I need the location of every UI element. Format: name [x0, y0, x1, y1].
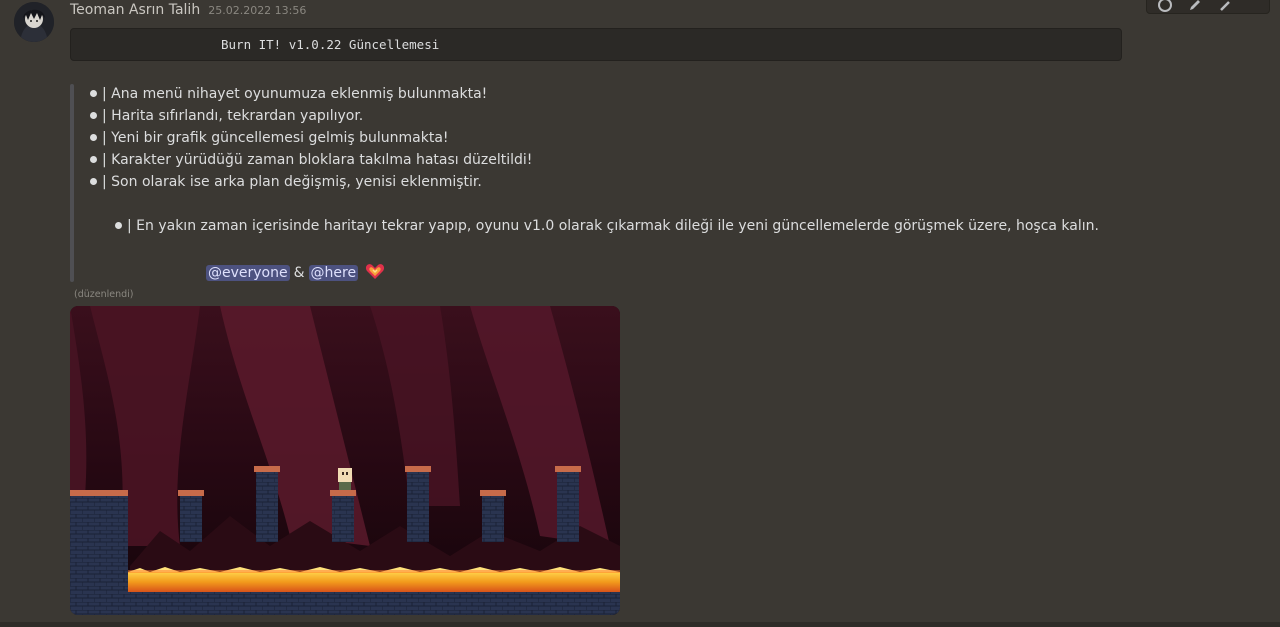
closing-line: | En yakın zaman içerisinde haritayı tek… [115, 218, 1099, 234]
message-toolbar [1146, 0, 1270, 14]
closing-line-text: | En yakın zaman içerisinde haritayı tek… [127, 218, 1099, 234]
game-screenshot-attachment[interactable] [70, 306, 620, 615]
divider [0, 622, 1280, 627]
mention-everyone[interactable]: @everyone [206, 265, 290, 281]
message-header: Teoman Asrın Talih 25.02.2022 13:56 [70, 2, 306, 22]
mentions-line: @everyone & @here [206, 262, 385, 281]
quote-line-text: | Yeni bir grafik güncellemesi gelmiş bu… [102, 130, 449, 146]
quote-line: | Harita sıfırlandı, tekrardan yapılıyor… [90, 108, 363, 124]
ampersand: & [293, 265, 305, 281]
quote-line-text: | Ana menü nihayet oyunumuza eklenmiş bu… [102, 86, 488, 102]
code-block: Burn IT! v1.0.22 Güncellemesi [70, 28, 1122, 61]
bullet-icon [90, 156, 97, 163]
quote-bar [70, 84, 74, 282]
bullet-icon [90, 178, 97, 185]
reaction-icon[interactable] [1157, 0, 1173, 12]
bullet-icon [90, 112, 97, 119]
flaming-heart-icon [365, 262, 385, 280]
bullet-icon [115, 222, 122, 229]
avatar[interactable] [14, 2, 54, 42]
more-icon[interactable] [1217, 0, 1233, 12]
edited-label: (düzenlendi) [74, 289, 134, 300]
quote-line: | Yeni bir grafik güncellemesi gelmiş bu… [90, 130, 449, 146]
username[interactable]: Teoman Asrın Talih [70, 2, 200, 18]
quote-line: | Son olarak ise arka plan değişmiş, yen… [90, 174, 482, 190]
quote-line: | Karakter yürüdüğü zaman bloklara takıl… [90, 152, 532, 168]
quote-line-text: | Karakter yürüdüğü zaman bloklara takıl… [102, 152, 533, 168]
quote-line-text: | Son olarak ise arka plan değişmiş, yen… [102, 174, 482, 190]
timestamp[interactable]: 25.02.2022 13:56 [208, 4, 306, 17]
quote-line-text: | Harita sıfırlandı, tekrardan yapılıyor… [102, 108, 364, 124]
chat-area: Teoman Asrın Talih 25.02.2022 13:56 Burn… [0, 0, 1280, 627]
blockquote: | Ana menü nihayet oyunumuza eklenmiş bu… [70, 84, 1170, 282]
quote-line: | Ana menü nihayet oyunumuza eklenmiş bu… [90, 86, 487, 102]
mention-here[interactable]: @here [308, 265, 359, 281]
edit-icon[interactable] [1187, 0, 1203, 12]
bullet-icon [90, 90, 97, 97]
bullet-icon [90, 134, 97, 141]
